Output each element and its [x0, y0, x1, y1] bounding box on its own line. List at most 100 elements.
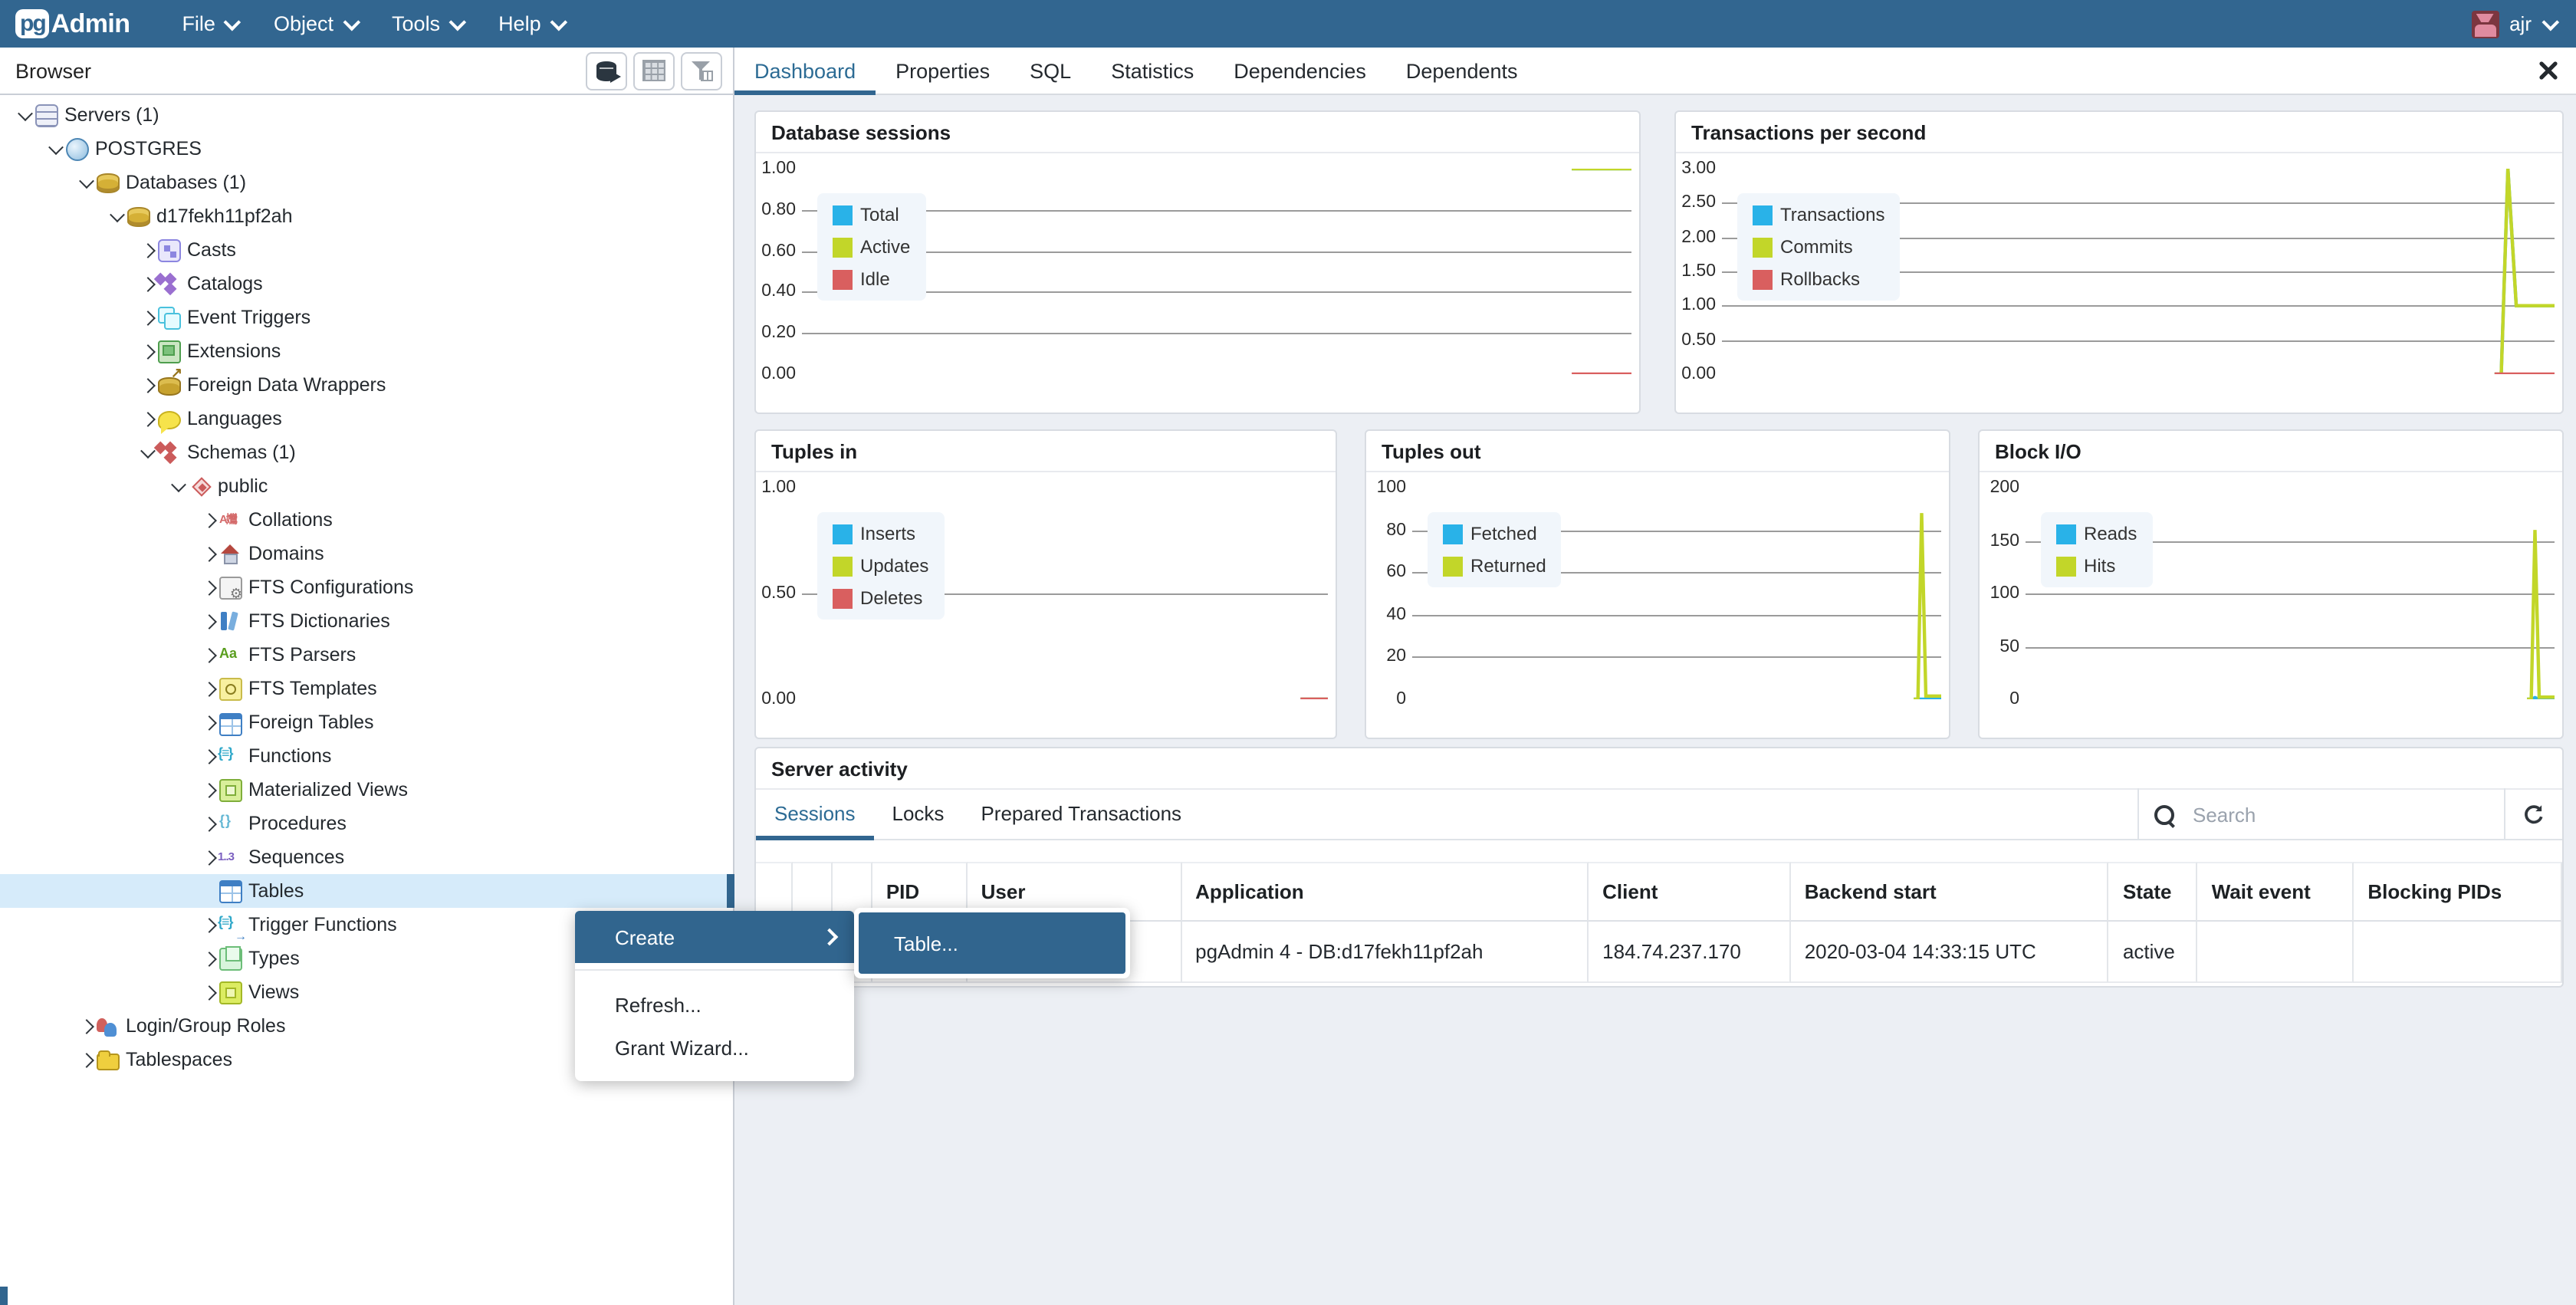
chevron-right-icon[interactable] [136, 278, 158, 289]
legend-label: Total [860, 204, 899, 225]
activity-tab-sessions[interactable]: Sessions [756, 788, 874, 839]
chevron-down-icon[interactable] [136, 447, 158, 458]
chevron-right-icon[interactable] [198, 582, 219, 593]
legend-swatch [1753, 269, 1773, 289]
chevron-down-icon[interactable] [75, 177, 97, 188]
menu-tools[interactable]: Tools [373, 0, 480, 48]
tree-item-casts[interactable]: Casts [0, 233, 733, 267]
filtered-rows-button[interactable] [681, 51, 722, 90]
tree-item-procedures[interactable]: Procedures [0, 807, 733, 840]
tree-item-event-triggers[interactable]: Event Triggers [0, 301, 733, 334]
tab-properties[interactable]: Properties [876, 48, 1010, 94]
chevron-right-icon[interactable] [198, 818, 219, 829]
chevron-right-icon[interactable] [136, 413, 158, 424]
chevron-down-icon[interactable] [167, 481, 189, 491]
tree-item-materialized-views[interactable]: Materialized Views [0, 773, 733, 807]
tree-item-foreign-data-wrappers[interactable]: Foreign Data Wrappers [0, 368, 733, 402]
refresh-button[interactable] [2505, 788, 2562, 840]
chevron-right-icon[interactable] [198, 751, 219, 761]
chevron-right-icon[interactable] [198, 649, 219, 660]
tree-item-d17fekh11pf2ah[interactable]: d17fekh11pf2ah [0, 199, 733, 233]
tree-item-fts-configurations[interactable]: FTS Configurations [0, 570, 733, 604]
menu-item-create[interactable]: Create [575, 911, 854, 963]
tree-item-label: Collations [248, 509, 333, 531]
tab-sql[interactable]: SQL [1010, 48, 1091, 94]
user-menu[interactable]: ajr [2471, 10, 2576, 38]
tree-item-functions[interactable]: Functions [0, 739, 733, 773]
chevron-right-icon[interactable] [75, 1054, 97, 1065]
panel-resize-corner[interactable] [0, 1287, 8, 1305]
tree-item-catalogs[interactable]: Catalogs [0, 267, 733, 301]
tree-item-label: FTS Templates [248, 678, 377, 699]
tree-item-postgres[interactable]: POSTGRES [0, 132, 733, 166]
tab-dependents[interactable]: Dependents [1386, 48, 1538, 94]
search-input[interactable] [2190, 801, 2456, 827]
menu-item-refresh-[interactable]: Refresh... [575, 983, 854, 1026]
chevron-right-icon[interactable] [136, 380, 158, 390]
chevron-down-icon[interactable] [14, 110, 35, 120]
tree-item-sequences[interactable]: Sequences [0, 840, 733, 874]
tree-item-databases-1-[interactable]: Databases (1) [0, 166, 733, 199]
postgres-icon [66, 137, 89, 160]
tree-item-servers-1-[interactable]: Servers (1) [0, 98, 733, 132]
panel-resize-handle[interactable] [727, 874, 734, 908]
chevron-right-icon[interactable] [75, 1021, 97, 1031]
y-axis-tick-label: 0.50 [1679, 330, 1716, 349]
chart-title: Tuples in [771, 439, 857, 462]
tree-item-domains[interactable]: Domains [0, 537, 733, 570]
database-restriction-button[interactable] [586, 51, 627, 90]
tree-item-languages[interactable]: Languages [0, 402, 733, 436]
chevron-right-icon[interactable] [198, 683, 219, 694]
chevron-down-icon[interactable] [44, 143, 66, 154]
y-axis-tick-label: 50 [1983, 637, 2019, 656]
y-axis-tick-label: 2.50 [1679, 194, 1716, 212]
chart-legend: FetchedReturned [1428, 512, 1562, 587]
tree-item-collations[interactable]: Collations [0, 503, 733, 537]
tree-item-fts-dictionaries[interactable]: FTS Dictionaries [0, 604, 733, 638]
tab-dashboard[interactable]: Dashboard [734, 48, 876, 94]
chart-panel-header: Database sessions [756, 112, 1639, 153]
chevron-right-icon[interactable] [198, 616, 219, 626]
legend-label: Inserts [860, 523, 915, 544]
tree-item-extensions[interactable]: Extensions [0, 334, 733, 368]
chevron-right-icon[interactable] [198, 717, 219, 728]
menu-file[interactable]: File [163, 0, 255, 48]
submenu-item-table-[interactable]: Table... [859, 912, 1125, 974]
tree-item-label: Casts [187, 239, 236, 261]
close-panel-button[interactable] [2521, 48, 2576, 94]
catalogs-icon [158, 272, 181, 295]
chevron-right-icon[interactable] [198, 548, 219, 559]
chevron-right-icon[interactable] [198, 514, 219, 525]
tab-dependencies[interactable]: Dependencies [1214, 48, 1386, 94]
activity-tab-locks[interactable]: Locks [874, 788, 963, 839]
tab-statistics[interactable]: Statistics [1091, 48, 1214, 94]
tree-item-public[interactable]: public [0, 469, 733, 503]
legend-swatch [833, 269, 853, 289]
legend-swatch [833, 237, 853, 257]
tree-item-foreign-tables[interactable]: Foreign Tables [0, 705, 733, 739]
chevron-right-icon[interactable] [198, 953, 219, 964]
legend-item: Active [833, 236, 910, 258]
legend-swatch [1443, 524, 1463, 544]
chevron-right-icon[interactable] [198, 784, 219, 795]
chevron-right-icon[interactable] [198, 919, 219, 930]
chevron-right-icon[interactable] [136, 346, 158, 357]
chart-panel-header: Block I/O [1980, 431, 2562, 472]
chevron-right-icon[interactable] [136, 312, 158, 323]
view-data-button[interactable] [633, 51, 675, 90]
chevron-right-icon[interactable] [198, 852, 219, 863]
chevron-right-icon[interactable] [136, 245, 158, 255]
menu-label: Help [498, 12, 541, 35]
chevron-down-icon[interactable] [106, 211, 127, 222]
menu-bar: FileObjectTools Help [163, 0, 580, 48]
tree-item-tables[interactable]: Tables [0, 874, 733, 908]
menu-help[interactable]: Help [480, 0, 581, 48]
tree-item-fts-templates[interactable]: FTS Templates [0, 672, 733, 705]
legend-swatch [1753, 205, 1773, 225]
chevron-right-icon[interactable] [198, 987, 219, 998]
tree-item-fts-parsers[interactable]: FTS Parsers [0, 638, 733, 672]
menu-item-grant-wizard-[interactable]: Grant Wizard... [575, 1026, 854, 1069]
menu-object[interactable]: Object [255, 0, 373, 48]
tree-item-schemas-1-[interactable]: Schemas (1) [0, 436, 733, 469]
activity-tab-prepared-transactions[interactable]: Prepared Transactions [962, 788, 1200, 839]
